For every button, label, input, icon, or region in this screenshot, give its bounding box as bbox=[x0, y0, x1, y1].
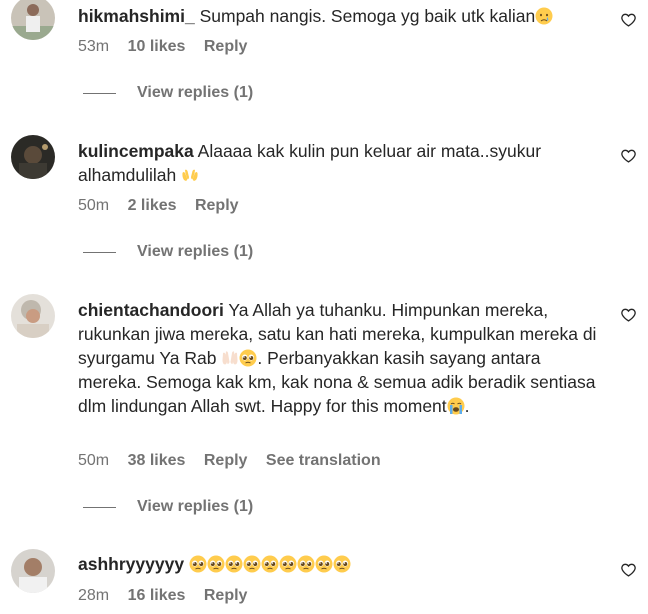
crying-face-emoji bbox=[535, 7, 553, 25]
comment-meta: 50m 38 likes Reply See translation bbox=[78, 452, 395, 470]
pleading-face-emoji bbox=[243, 555, 261, 573]
pleading-face-emoji bbox=[189, 555, 207, 573]
comment-body: hikmahshimi_ Sumpah nangis. Semoga yg ba… bbox=[78, 4, 608, 28]
pleading-face-emoji bbox=[225, 555, 243, 573]
heart-icon[interactable] bbox=[620, 562, 637, 578]
comment-time: 50m bbox=[78, 197, 110, 214]
comment-body: kulincempaka Alaaaa kak kulin pun keluar… bbox=[78, 139, 608, 187]
divider-line bbox=[83, 251, 116, 253]
pleading-face-emoji bbox=[261, 555, 279, 573]
pleading-face-emoji bbox=[333, 555, 351, 573]
divider-line bbox=[83, 92, 116, 94]
pleading-face-emoji bbox=[207, 555, 225, 573]
open-hands-emoji bbox=[181, 166, 199, 184]
view-replies-button[interactable]: View replies (1) bbox=[83, 498, 253, 516]
comment-body: chientachandoori Ya Allah ya tuhanku. Hi… bbox=[78, 298, 608, 418]
view-replies-button[interactable]: View replies (1) bbox=[83, 84, 253, 102]
reply-button[interactable]: Reply bbox=[204, 452, 248, 469]
reply-button[interactable]: Reply bbox=[195, 197, 239, 214]
pleading-face-emoji bbox=[279, 555, 297, 573]
divider-line bbox=[83, 506, 116, 508]
reply-button[interactable]: Reply bbox=[204, 587, 248, 604]
comment-text: Sumpah nangis. Semoga yg baik utk kalian bbox=[199, 6, 536, 26]
comment-text-end: . bbox=[464, 396, 470, 416]
comment-username[interactable]: kulincempaka bbox=[78, 141, 194, 161]
avatar[interactable] bbox=[11, 549, 55, 593]
comment-time: 53m bbox=[78, 38, 110, 55]
comment-likes[interactable]: 10 likes bbox=[128, 38, 186, 55]
see-translation-button[interactable]: See translation bbox=[266, 452, 381, 469]
view-replies-label[interactable]: View replies (1) bbox=[137, 84, 253, 102]
avatar[interactable] bbox=[11, 0, 55, 40]
pleading-face-emoji bbox=[239, 349, 257, 367]
emoji-row bbox=[189, 554, 351, 574]
heart-icon[interactable] bbox=[620, 12, 637, 28]
reply-button[interactable]: Reply bbox=[204, 38, 248, 55]
comment-likes[interactable]: 2 likes bbox=[128, 197, 177, 214]
view-replies-label[interactable]: View replies (1) bbox=[137, 498, 253, 516]
pleading-face-emoji bbox=[315, 555, 333, 573]
comment-likes[interactable]: 38 likes bbox=[128, 452, 186, 469]
view-replies-label[interactable]: View replies (1) bbox=[137, 243, 253, 261]
heart-icon[interactable] bbox=[620, 307, 637, 323]
comment-likes[interactable]: 16 likes bbox=[128, 587, 186, 604]
comment-username[interactable]: hikmahshimi_ bbox=[78, 6, 195, 26]
comment-meta: 28m 16 likes Reply bbox=[78, 587, 261, 605]
avatar[interactable] bbox=[11, 294, 55, 338]
comment-meta: 53m 10 likes Reply bbox=[78, 38, 261, 56]
pleading-face-emoji bbox=[297, 555, 315, 573]
comment-username[interactable]: ashhryyyyyy bbox=[78, 554, 184, 574]
palms-up-together-emoji bbox=[221, 349, 239, 367]
avatar[interactable] bbox=[11, 135, 55, 179]
comment-username[interactable]: chientachandoori bbox=[78, 300, 224, 320]
comment-time: 28m bbox=[78, 587, 110, 604]
view-replies-button[interactable]: View replies (1) bbox=[83, 243, 253, 261]
comment-body: ashhryyyyyy bbox=[78, 552, 608, 576]
heart-icon[interactable] bbox=[620, 148, 637, 164]
comment-time: 50m bbox=[78, 452, 110, 469]
loudly-crying-face-emoji bbox=[447, 397, 465, 415]
comment-meta: 50m 2 likes Reply bbox=[78, 197, 253, 215]
